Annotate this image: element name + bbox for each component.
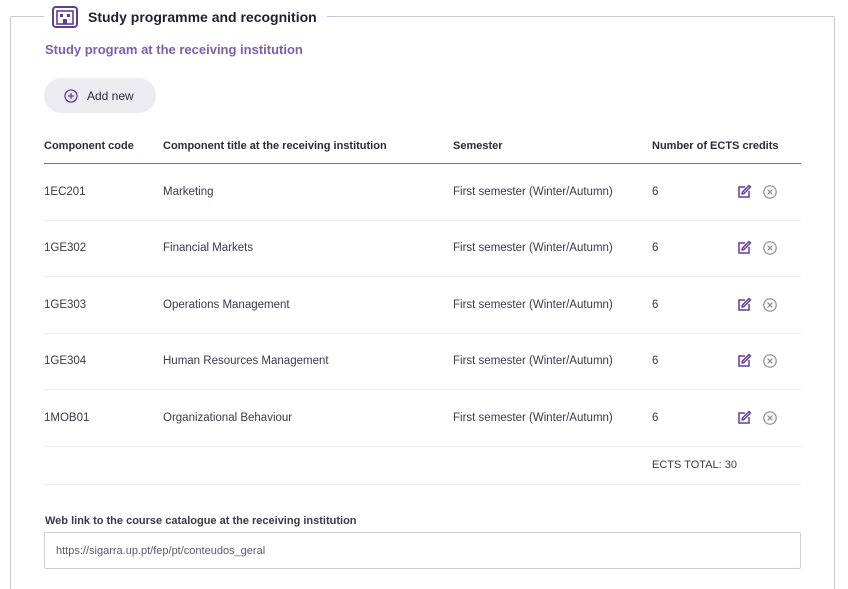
table-row: 1GE304 Human Resources Management First … [44,334,801,390]
plus-circle-icon [64,88,78,103]
row-actions [736,184,801,200]
add-new-button[interactable]: Add new [44,78,156,113]
edit-icon[interactable] [736,297,752,313]
cell-credits: 6 [652,298,659,311]
cell-semester: First semester (Winter/Autumn) [453,185,613,198]
fieldset-legend: Study programme and recognition [44,4,327,30]
cell-title: Marketing [163,185,214,198]
table-header: Component code Component title at the re… [44,128,801,164]
cell-semester: First semester (Winter/Autumn) [453,355,613,368]
row-actions [736,297,801,313]
header-ects-credits: Number of ECTS credits [652,139,779,152]
table-row: 1GE303 Operations Management First semes… [44,277,801,334]
header-semester: Semester [453,139,503,152]
cell-code: 1GE302 [44,242,87,255]
row-actions [736,240,801,256]
legend-title: Study programme and recognition [88,9,317,25]
weblink-label: Web link to the course catalogue at the … [45,515,357,527]
edit-icon[interactable] [736,353,752,369]
ects-total: ECTS TOTAL: 30 [652,459,737,471]
table-row: 1GE302 Financial Markets First semester … [44,221,801,277]
table-row: 1EC201 Marketing First semester (Winter/… [44,164,801,221]
cell-credits: 6 [652,242,659,255]
cell-code: 1EC201 [44,185,86,198]
edit-icon[interactable] [736,410,752,426]
edit-icon[interactable] [736,240,752,256]
remove-icon[interactable] [762,240,778,256]
cell-semester: First semester (Winter/Autumn) [453,411,613,424]
row-actions [736,410,801,426]
remove-icon[interactable] [762,184,778,200]
section-subtitle: Study program at the receiving instituti… [45,42,303,57]
building-icon [52,6,78,28]
cell-title: Financial Markets [163,242,254,255]
cell-semester: First semester (Winter/Autumn) [453,242,613,255]
edit-icon[interactable] [736,184,752,200]
cell-code: 1GE303 [44,298,87,311]
cell-credits: 6 [652,355,659,368]
cell-title: Operations Management [163,298,290,311]
weblink-input[interactable] [44,532,801,569]
remove-icon[interactable] [762,353,778,369]
row-actions [736,353,801,369]
cell-title: Organizational Behaviour [163,411,293,424]
cell-credits: 6 [652,411,659,424]
add-new-label: Add new [87,88,134,103]
header-component-title: Component title at the receiving institu… [163,139,387,152]
table-row: 1MOB01 Organizational Behaviour First se… [44,390,801,447]
table-total-row: ECTS TOTAL: 30 [44,447,801,485]
remove-icon[interactable] [762,410,778,426]
cell-code: 1GE304 [44,355,87,368]
study-components-table: Component code Component title at the re… [44,128,801,485]
remove-icon[interactable] [762,297,778,313]
cell-code: 1MOB01 [44,411,90,424]
cell-credits: 6 [652,185,659,198]
cell-title: Human Resources Management [163,355,329,368]
header-component-code: Component code [44,139,134,152]
cell-semester: First semester (Winter/Autumn) [453,298,613,311]
